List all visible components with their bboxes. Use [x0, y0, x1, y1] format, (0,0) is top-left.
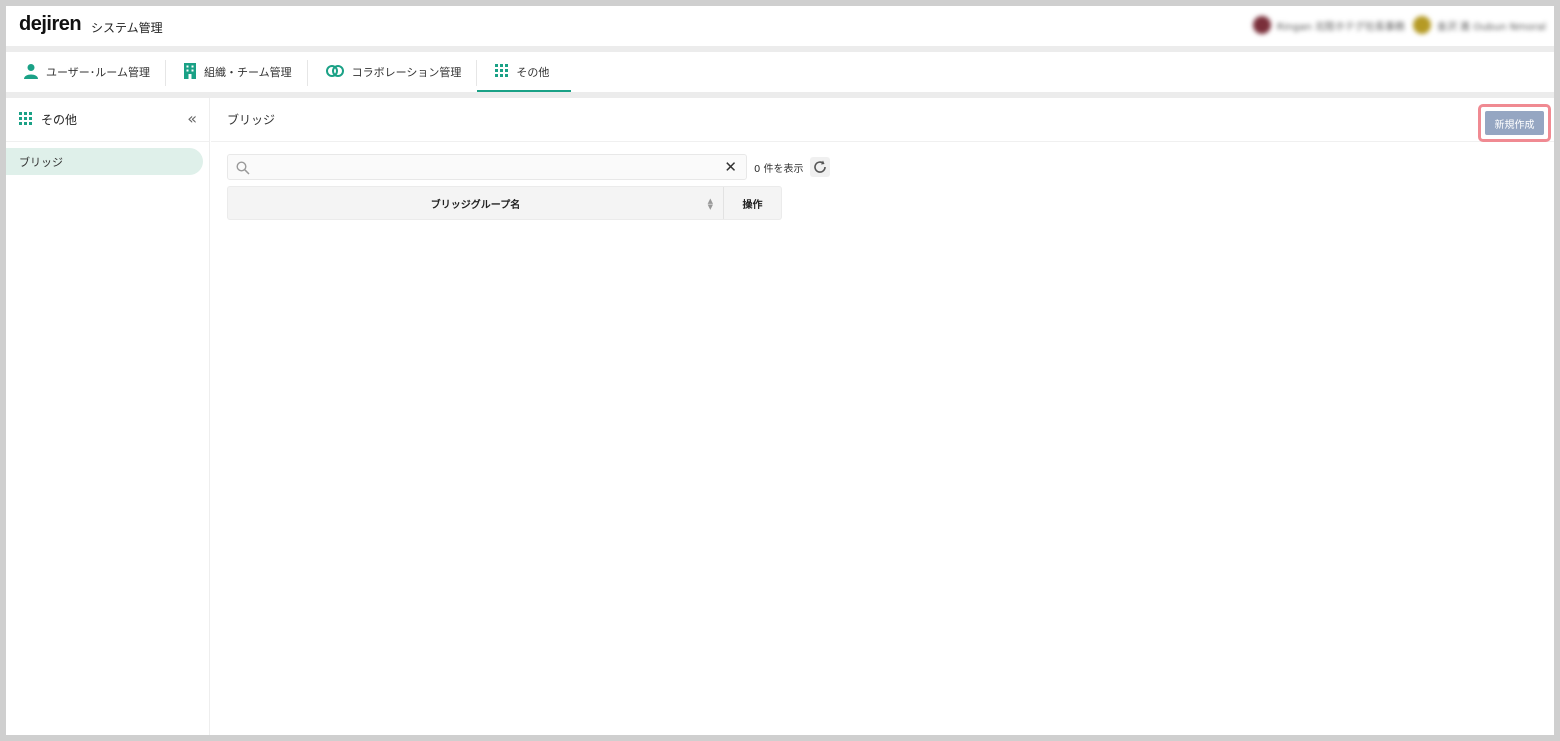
- column-label: 操作: [742, 199, 763, 211]
- avatar: [1252, 16, 1271, 34]
- person-icon: [24, 63, 38, 82]
- breadcrumb: ブリッジ: [227, 113, 276, 127]
- user-name: Ringan 北陸ホテグ社長事務: [1276, 21, 1405, 33]
- double-chevron-left-icon[interactable]: «: [187, 110, 197, 128]
- main-content: ブリッジ 新規作成 ✕ 0 件を表示 ブリッジグループ名 ▲ ▼ 操作: [211, 98, 1554, 735]
- tab-label: コラボレーション管理: [351, 66, 462, 79]
- create-button[interactable]: 新規作成: [1485, 111, 1544, 135]
- sidebar-item-bridge[interactable]: ブリッジ: [6, 148, 203, 175]
- app-window: dejiren システム管理 Ringan 北陸ホテグ社長事務 金沢 進 Oub…: [6, 6, 1554, 735]
- link-icon: [325, 64, 344, 80]
- user-chip-2[interactable]: 金沢 進 Oubun Nmoral: [1412, 16, 1546, 34]
- app-title: システム管理: [91, 21, 163, 35]
- avatar: [1412, 16, 1431, 34]
- dejiren-logo[interactable]: dejiren: [19, 13, 82, 36]
- user-area: Ringan 北陸ホテグ社長事務 金沢 進 Oubun Nmoral: [1252, 16, 1546, 34]
- column-header-operations: 操作: [724, 187, 781, 219]
- tab-label: その他: [516, 66, 550, 79]
- grid-icon: [495, 64, 509, 80]
- sidebar-header: その他 «: [6, 98, 209, 142]
- main-nav: ユーザー･ルーム管理 組織・チーム管理 コラボレーション管理 その他: [6, 52, 1554, 92]
- sidebar: その他 « ブリッジ: [6, 98, 210, 735]
- column-label: ブリッジグループ名: [430, 199, 521, 211]
- search-input[interactable]: [254, 155, 714, 179]
- sidebar-item-label: ブリッジ: [19, 155, 63, 169]
- building-icon: [183, 62, 196, 82]
- user-chip-1[interactable]: Ringan 北陸ホテグ社長事務: [1252, 16, 1405, 34]
- grid-icon: [19, 110, 32, 129]
- sort-icon[interactable]: ▲ ▼: [708, 198, 713, 211]
- tab-other[interactable]: その他: [477, 52, 572, 92]
- tab-org-team[interactable]: 組織・チーム管理: [166, 52, 308, 92]
- tab-user-room[interactable]: ユーザー･ルーム管理: [6, 52, 166, 92]
- close-icon[interactable]: ✕: [724, 158, 737, 176]
- search-row: ✕ 0 件を表示: [227, 154, 830, 180]
- tab-label: ユーザー･ルーム管理: [46, 66, 150, 79]
- search-box: ✕: [227, 154, 747, 180]
- top-header: dejiren システム管理 Ringan 北陸ホテグ社長事務 金沢 進 Oub…: [6, 6, 1554, 46]
- bridge-group-table: ブリッジグループ名 ▲ ▼ 操作: [227, 186, 782, 220]
- tab-collaboration[interactable]: コラボレーション管理: [308, 52, 478, 92]
- sidebar-title: その他: [41, 113, 78, 127]
- highlight-box: 新規作成: [1478, 104, 1551, 142]
- content-header: ブリッジ 新規作成: [211, 98, 1554, 142]
- result-count: 0 件を表示: [754, 163, 804, 175]
- refresh-icon[interactable]: [809, 157, 830, 177]
- search-icon: [236, 160, 250, 179]
- column-header-bridge-group-name[interactable]: ブリッジグループ名 ▲ ▼: [228, 187, 724, 219]
- tab-label: 組織・チーム管理: [203, 66, 292, 79]
- user-name: 金沢 進 Oubun Nmoral: [1436, 21, 1546, 33]
